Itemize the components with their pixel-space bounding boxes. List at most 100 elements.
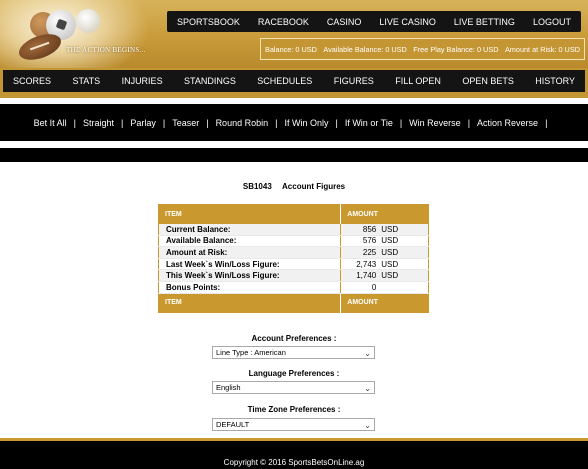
amount-value: 1,740 (356, 271, 377, 281)
table-footer-row: ITEM AMOUNT (158, 293, 429, 313)
table-row: Last Week`s Win/Loss Figure: 2,743 USD (158, 258, 429, 271)
bet-type-parlay[interactable]: Parlay (130, 118, 156, 128)
row-label: Available Balance: (158, 235, 341, 248)
row-amount: 0 (340, 281, 429, 294)
nav-stats[interactable]: STATS (72, 76, 100, 86)
available-balance-text: Available Balance: 0 USD (323, 44, 407, 54)
top-nav: SPORTSBOOK RACEBOOK CASINO LIVE CASINO L… (167, 11, 581, 32)
table-row: Available Balance: 576 USD (158, 235, 429, 248)
row-label: Amount at Risk: (158, 246, 341, 259)
free-play-balance-text: Free Play Balance: 0 USD (413, 44, 499, 54)
row-amount: 856 USD (340, 223, 429, 236)
footer-header-amount: AMOUNT (340, 293, 429, 313)
bet-type-round-robin[interactable]: Round Robin (216, 118, 269, 128)
nav-scores[interactable]: SCORES (13, 76, 51, 86)
line-type-select-value: Line Type : American (216, 348, 286, 357)
table-row: This Week`s Win/Loss Figure: 1,740 USD (158, 269, 429, 282)
amount-value: 576 (362, 236, 377, 246)
language-select-value: English (216, 383, 241, 392)
separator: | (545, 117, 548, 128)
baseball-icon (76, 9, 100, 33)
table-row: Bonus Points: 0 (158, 281, 429, 294)
page-title: SB1043 Account Figures (0, 182, 588, 191)
topnav-live-betting[interactable]: LIVE BETTING (454, 17, 515, 27)
topnav-live-casino[interactable]: LIVE CASINO (379, 17, 436, 27)
row-label: This Week`s Win/Loss Figure: (158, 269, 341, 282)
account-id: SB1043 (242, 182, 272, 191)
separator: | (162, 117, 166, 128)
separator: | (73, 117, 76, 128)
topnav-logout[interactable]: LOGOUT (533, 17, 571, 27)
separator: | (399, 117, 403, 128)
amount-at-risk-text: Amount at Risk: 0 USD (504, 44, 580, 54)
bet-type-win-reverse[interactable]: Win Reverse (409, 118, 461, 128)
amount-currency: USD (381, 259, 399, 269)
copyright-text: Copyright © 2016 SportsBetsOnLine.ag (223, 458, 365, 467)
footer-header-item: ITEM (158, 293, 341, 313)
topnav-sportsbook[interactable]: SPORTSBOOK (177, 17, 240, 27)
site-footer: Copyright © 2016 SportsBetsOnLine.ag (0, 438, 588, 469)
balance-bar: Balance: 0 USD Available Balance: 0 USD … (260, 38, 585, 60)
nav-figures[interactable]: FIGURES (334, 76, 374, 86)
language-preferences-label: Language Preferences : (248, 369, 340, 378)
bet-type-straight[interactable]: Straight (83, 118, 114, 128)
separator: | (467, 117, 471, 128)
nav-injuries[interactable]: INJURIES (122, 76, 163, 86)
bet-type-if-win-or-tie[interactable]: If Win or Tie (345, 118, 393, 128)
nav-fill-open[interactable]: FILL OPEN (395, 76, 441, 86)
row-label: Last Week`s Win/Loss Figure: (158, 258, 341, 271)
nav-schedules[interactable]: SCHEDULES (257, 76, 312, 86)
separator: | (275, 117, 278, 128)
timezone-preferences-label: Time Zone Preferences : (247, 405, 341, 414)
row-label: Bonus Points: (158, 281, 341, 294)
row-amount: 1,740 USD (340, 269, 429, 282)
separator: | (335, 117, 338, 128)
page-heading: Account Figures (282, 182, 346, 191)
chevron-down-icon: ⌄ (364, 384, 371, 393)
amount-value: 856 (362, 224, 377, 234)
amount-currency: USD (381, 236, 399, 246)
nav-open-bets[interactable]: OPEN BETS (462, 76, 514, 86)
row-amount: 576 USD (340, 235, 429, 248)
divider-bar (0, 148, 588, 162)
nav-standings[interactable]: STANDINGS (184, 76, 236, 86)
topnav-racebook[interactable]: RACEBOOK (258, 17, 309, 27)
amount-value: 225 (362, 247, 377, 257)
topnav-casino[interactable]: CASINO (327, 17, 362, 27)
bet-type-teaser[interactable]: Teaser (172, 118, 199, 128)
chevron-down-icon: ⌄ (364, 421, 371, 430)
row-amount: 2,743 USD (340, 258, 429, 271)
bet-type-if-win-only[interactable]: If Win Only (284, 118, 328, 128)
footer-accent-line (0, 438, 588, 441)
main-nav: SCORES STATS INJURIES STANDINGS SCHEDULE… (3, 70, 585, 92)
logo-tagline: THE ACTION BEGINS... (66, 46, 146, 54)
timezone-select[interactable]: DEFAULT ⌄ (212, 418, 375, 431)
nav-history[interactable]: HISTORY (535, 76, 575, 86)
chevron-down-icon: ⌄ (364, 349, 371, 358)
balance-text: Balance: 0 USD (265, 44, 317, 54)
amount-value: 0 (371, 282, 377, 292)
amount-currency: USD (381, 224, 399, 234)
amount-value: 2,743 (356, 259, 377, 269)
bet-type-action-reverse[interactable]: Action Reverse (477, 118, 538, 128)
separator: | (121, 117, 124, 128)
row-label: Current Balance: (158, 223, 341, 236)
language-select[interactable]: English ⌄ (212, 381, 375, 394)
account-preferences-label: Account Preferences : (251, 334, 337, 343)
table-header-row: ITEM AMOUNT (158, 204, 429, 224)
column-header-item: ITEM (158, 204, 341, 224)
table-row: Amount at Risk: 225 USD (158, 246, 429, 259)
timezone-select-value: DEFAULT (216, 420, 250, 429)
line-type-select[interactable]: Line Type : American ⌄ (212, 346, 375, 359)
site-logo[interactable]: THE ACTION BEGINS... (0, 0, 165, 68)
bet-type-bet-it-all[interactable]: Bet It All (34, 118, 67, 128)
main-nav-container: SCORES STATS INJURIES STANDINGS SCHEDULE… (0, 68, 588, 98)
bet-type-bar: Bet It All | Straight | Parlay | Teaser | Ro… (0, 104, 588, 141)
amount-currency: USD (381, 271, 399, 281)
row-amount: 225 USD (340, 246, 429, 259)
amount-currency: USD (381, 247, 399, 257)
account-figures-table: ITEM AMOUNT Current Balance: 856 USD Avai… (158, 204, 429, 313)
column-header-amount: AMOUNT (340, 204, 429, 224)
table-row: Current Balance: 856 USD (158, 223, 429, 236)
site-header: THE ACTION BEGINS... SPORTSBOOK RACEBOOK… (0, 0, 588, 68)
